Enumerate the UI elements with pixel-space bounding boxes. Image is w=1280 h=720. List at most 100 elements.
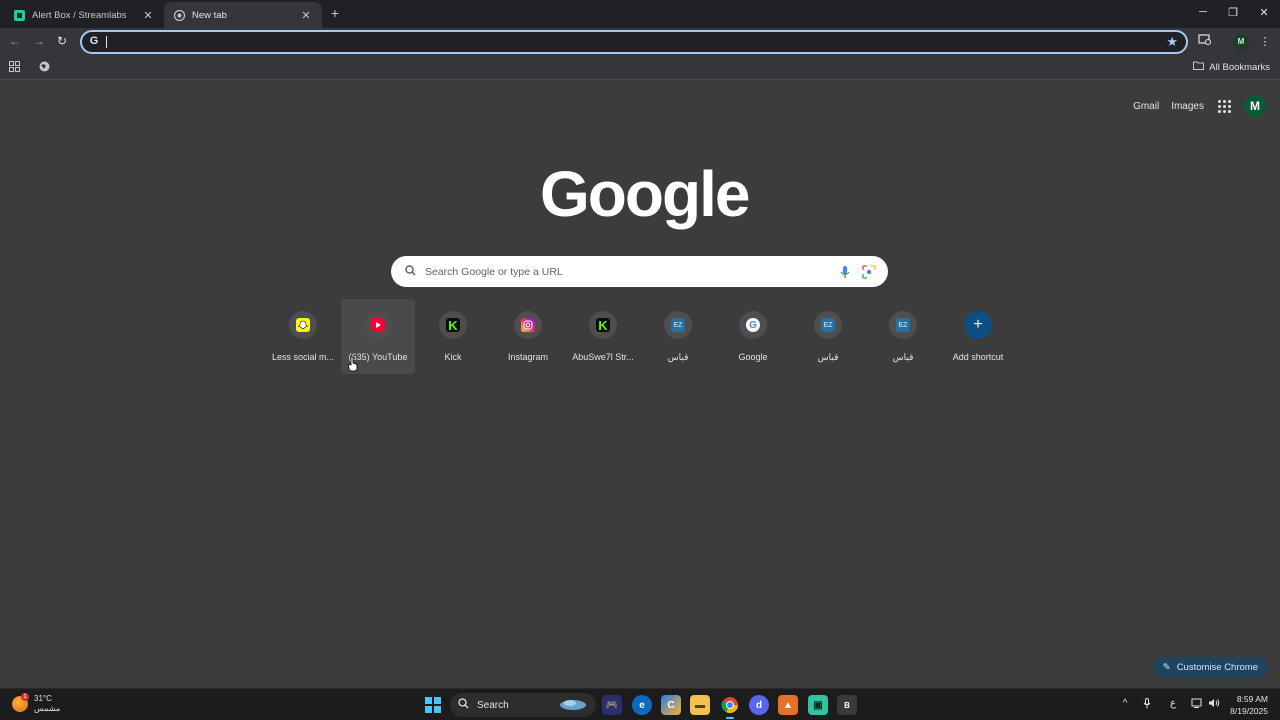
- windows-start-icon[interactable]: [425, 697, 441, 713]
- customise-label: Customise Chrome: [1176, 662, 1258, 673]
- shortcut-tile[interactable]: K AbuSwe7l Str...: [566, 299, 640, 374]
- microphone-tray-icon[interactable]: [1140, 698, 1154, 712]
- apps-grid-icon[interactable]: [8, 61, 20, 73]
- pencil-icon: ✎: [1162, 662, 1171, 673]
- shortcut-label: AbuSwe7l Str...: [572, 352, 634, 362]
- shortcut-label: Instagram: [507, 352, 549, 362]
- taskbar-search-label: Search: [477, 699, 509, 711]
- window-close-icon[interactable]: ✕: [1256, 6, 1272, 19]
- instagram-icon: [521, 318, 535, 332]
- tab-close-icon[interactable]: ✕: [142, 9, 154, 22]
- shortcut-label: قياس: [817, 352, 839, 362]
- shortcut-icon-circle: +: [964, 311, 992, 339]
- chevron-up-icon[interactable]: ^: [1118, 698, 1132, 709]
- game-bar-icon[interactable]: 🎮: [602, 695, 622, 715]
- shortcut-tile[interactable]: EZ قياس: [641, 299, 715, 374]
- shortcut-label: قياس: [667, 352, 689, 362]
- gmail-link[interactable]: Gmail: [1133, 101, 1159, 112]
- qiyas-icon: EZ: [671, 318, 685, 332]
- tab-search-icon[interactable]: [1197, 34, 1213, 50]
- bookmark-star-icon[interactable]: ★: [1166, 34, 1178, 50]
- forward-arrow-icon[interactable]: →: [32, 34, 46, 48]
- search-highlight-icon: [558, 697, 588, 714]
- shortcut-tile[interactable]: K Kick: [416, 299, 490, 374]
- weather-temp: 31°C: [34, 694, 52, 703]
- shortcut-tile[interactable]: EZ قياس: [791, 299, 865, 374]
- google-logo: Google: [540, 158, 750, 230]
- back-arrow-icon[interactable]: ←: [8, 34, 22, 48]
- system-clock[interactable]: 8:59 AM 8/19/2025: [1230, 693, 1268, 717]
- shortcuts-grid: Less social m... (635) YouTube K Kick In…: [266, 299, 1016, 374]
- shortcut-label: Google: [738, 352, 768, 362]
- search-icon: [403, 264, 417, 279]
- address-bar[interactable]: G ★: [80, 30, 1188, 54]
- microphone-icon[interactable]: [838, 265, 852, 279]
- shortcut-icon-circle: EZ: [889, 311, 917, 339]
- tab-title: Alert Box / Streamlabs: [32, 9, 127, 21]
- google-icon: G: [746, 318, 760, 332]
- kebab-menu-icon[interactable]: ⋮: [1257, 34, 1273, 50]
- google-apps-icon[interactable]: [1216, 98, 1232, 114]
- all-bookmarks-button[interactable]: All Bookmarks: [1193, 61, 1270, 73]
- tab-strip: Alert Box / Streamlabs ✕ New tab ✕ + ─ ❐…: [0, 0, 1280, 28]
- qiyas-icon: EZ: [896, 318, 910, 332]
- shortcut-icon-circle: K: [589, 311, 617, 339]
- search-box[interactable]: Search Google or type a URL: [391, 256, 888, 287]
- file-explorer-icon[interactable]: ▬: [690, 695, 710, 715]
- shortcut-icon-circle: EZ: [814, 311, 842, 339]
- shortcut-tile[interactable]: EZ قياس: [866, 299, 940, 374]
- shortcut-tile[interactable]: G Google: [716, 299, 790, 374]
- tab-new-tab[interactable]: New tab ✕: [164, 2, 322, 28]
- restore-icon[interactable]: ❐: [1225, 6, 1241, 19]
- shortcut-icon-circle: EZ: [664, 311, 692, 339]
- streamlabs-icon: [14, 9, 25, 21]
- shortcut-icon-circle: G: [739, 311, 767, 339]
- tab-title: New tab: [192, 9, 227, 21]
- shortcut-icon-circle: K: [439, 311, 467, 339]
- input-language[interactable]: ع: [1166, 698, 1180, 709]
- youtube-icon: [371, 318, 385, 332]
- sun-icon: 1: [12, 693, 29, 712]
- app-icon[interactable]: B: [837, 695, 857, 715]
- weather-widget[interactable]: 1 31°C مشمس: [12, 693, 60, 714]
- volume-icon[interactable]: [1207, 698, 1221, 711]
- streamlabs-taskbar-icon[interactable]: ▣: [808, 695, 828, 715]
- shortcut-tile[interactable]: Instagram: [491, 299, 565, 374]
- orange-app-icon[interactable]: ▲: [778, 695, 798, 715]
- clock-time: 8:59 AM: [1236, 694, 1268, 704]
- tab-streamlabs[interactable]: Alert Box / Streamlabs ✕: [4, 2, 164, 28]
- shortcut-label: Kick: [444, 352, 462, 362]
- shortcut-icon-circle: [364, 311, 392, 339]
- tab-close-icon[interactable]: ✕: [300, 9, 312, 22]
- reload-icon[interactable]: ↻: [55, 34, 69, 48]
- edge-icon[interactable]: e: [632, 695, 652, 715]
- chrome-taskbar-icon[interactable]: [720, 695, 740, 719]
- new-tab-plus-icon[interactable]: +: [328, 5, 342, 21]
- chrome-icon: [174, 9, 185, 21]
- shortcut-tile[interactable]: Less social m...: [266, 299, 340, 374]
- bookmarks-bar: All Bookmarks: [0, 56, 1280, 80]
- shortcut-label: Add shortcut: [952, 352, 1004, 362]
- images-link[interactable]: Images: [1171, 101, 1204, 112]
- top-links: Gmail Images M: [1133, 95, 1266, 117]
- copilot-icon[interactable]: C: [661, 695, 681, 715]
- shortcut-icon-circle: [289, 311, 317, 339]
- profile-avatar-small[interactable]: M: [1233, 34, 1249, 50]
- search-icon: [458, 698, 469, 712]
- add-shortcut-tile[interactable]: + Add shortcut: [941, 299, 1015, 374]
- taskbar-search[interactable]: Search: [450, 693, 596, 717]
- account-avatar[interactable]: M: [1244, 95, 1266, 117]
- discord-icon[interactable]: d: [749, 695, 769, 715]
- customise-chrome-button[interactable]: ✎ Customise Chrome: [1152, 657, 1268, 678]
- shortcut-label: Less social m...: [271, 352, 335, 362]
- google-lens-icon[interactable]: [862, 264, 876, 279]
- mouse-cursor-icon: [348, 356, 358, 372]
- globe-icon[interactable]: [38, 61, 50, 73]
- kick-icon: K: [596, 318, 610, 333]
- qiyas-icon: EZ: [821, 318, 835, 332]
- network-icon[interactable]: [1190, 698, 1204, 711]
- shortcut-label: قياس: [892, 352, 914, 362]
- minimize-icon[interactable]: ─: [1195, 6, 1211, 18]
- clock-date: 8/19/2025: [1230, 706, 1268, 716]
- text-caret: [106, 36, 107, 48]
